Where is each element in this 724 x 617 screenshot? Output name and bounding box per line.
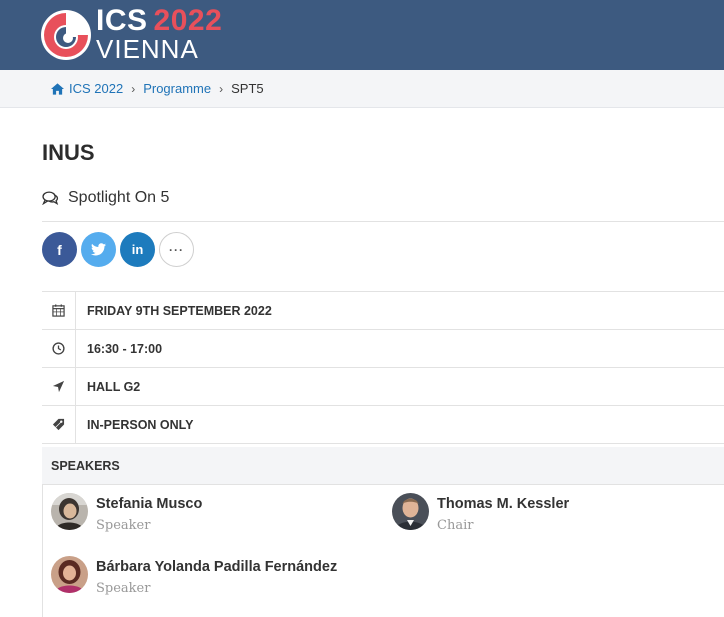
attendance-row: IN-PERSON ONLY	[42, 406, 724, 444]
speakers-border	[42, 485, 43, 617]
divider	[42, 221, 724, 222]
twitter-icon	[91, 243, 106, 256]
speaker-role: Speaker	[96, 581, 151, 596]
session-date: FRIDAY 9TH SEPTEMBER 2022	[87, 303, 272, 318]
speaker-name[interactable]: Stefania Musco	[96, 495, 202, 513]
site-header: ICS 2022 VIENNA	[0, 0, 724, 70]
breadcrumb: ICS 2022 › Programme › SPT5	[51, 81, 264, 96]
speaker-card[interactable]: Thomas M. Kessler Chair	[392, 493, 569, 533]
avatar	[51, 493, 88, 530]
ics-logo-mark-icon	[41, 10, 91, 60]
speaker-name[interactable]: Thomas M. Kessler	[437, 495, 569, 513]
location-row: HALL G2	[42, 368, 724, 406]
session-type: Spotlight On 5	[42, 189, 169, 207]
ics-logo[interactable]: ICS 2022 VIENNA	[40, 4, 222, 64]
clock-icon	[52, 342, 65, 355]
breadcrumb-separator: ›	[219, 81, 224, 96]
facebook-share-button[interactable]: f	[42, 232, 77, 267]
session-location: HALL G2	[87, 379, 141, 394]
twitter-share-button[interactable]	[81, 232, 116, 267]
avatar	[51, 556, 88, 593]
linkedin-share-button[interactable]: in	[120, 232, 155, 267]
calendar-icon	[52, 304, 65, 317]
location-arrow-icon	[52, 380, 65, 393]
speaker-name[interactable]: Bárbara Yolanda Padilla Fernández	[96, 558, 337, 576]
speaker-card[interactable]: Bárbara Yolanda Padilla Fernández Speake…	[51, 556, 337, 596]
avatar	[392, 493, 429, 530]
tag-icon	[52, 418, 65, 431]
session-attendance: IN-PERSON ONLY	[87, 417, 194, 432]
session-time: 16:30 - 17:00	[87, 341, 163, 356]
session-details: FRIDAY 9TH SEPTEMBER 2022 16:30 - 17:00 …	[42, 291, 724, 444]
breadcrumb-programme-link[interactable]: Programme	[143, 81, 211, 96]
breadcrumb-current: SPT5	[231, 81, 264, 96]
logo-title: ICS 2022	[96, 4, 222, 38]
home-icon[interactable]	[51, 82, 64, 95]
share-buttons: f in ···	[42, 232, 198, 267]
breadcrumb-bar: ICS 2022 › Programme › SPT5	[0, 70, 724, 108]
time-row: 16:30 - 17:00	[42, 330, 724, 368]
more-icon: ···	[169, 242, 184, 257]
session-type-label: Spotlight On 5	[68, 189, 170, 206]
logo-ics-text: ICS	[96, 4, 148, 37]
speaker-role: Speaker	[96, 518, 151, 533]
speakers-heading: SPEAKERS	[42, 447, 724, 485]
speaker-role: Chair	[437, 518, 474, 533]
speaker-card[interactable]: Stefania Musco Speaker	[51, 493, 202, 533]
page-title: INUS	[42, 140, 95, 165]
logo-year-text: 2022	[153, 4, 223, 37]
breadcrumb-ics2022-link[interactable]: ICS 2022	[69, 81, 123, 96]
linkedin-icon: in	[131, 242, 144, 257]
date-row: FRIDAY 9TH SEPTEMBER 2022	[42, 292, 724, 330]
more-share-button[interactable]: ···	[159, 232, 194, 267]
breadcrumb-separator: ›	[131, 81, 136, 96]
logo-city-text: VIENNA	[96, 34, 199, 64]
comments-icon	[42, 191, 59, 205]
facebook-icon: f	[57, 241, 62, 258]
